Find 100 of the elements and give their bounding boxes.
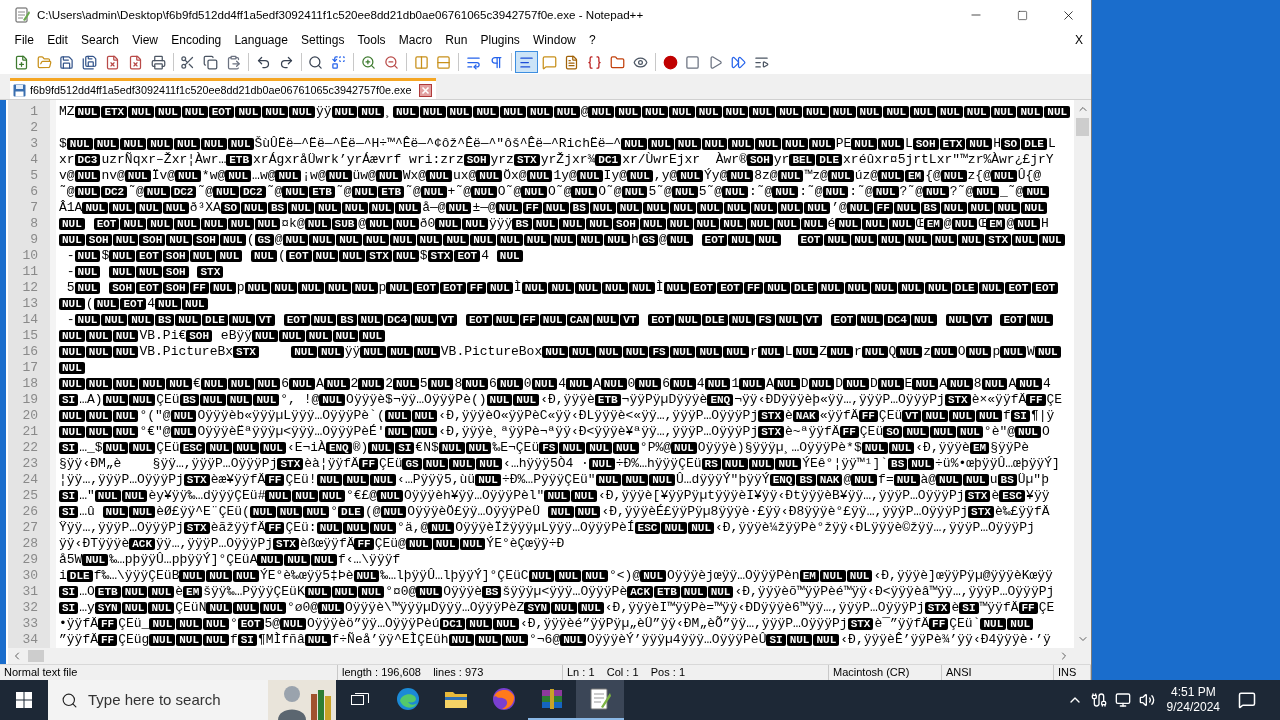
code-line: Â1A NUL NUL NUL NUL ð³XA SO NUL BS NUL NUL NUL NUL NUL å—@ NUL ±—@ NUL FF NUL BS NUL NUL NUL NUL NUL NUL NUL NUL NUL ’@ NUL FF NUL BS NUL NUL NUL NUL — [59, 200, 1048, 216]
code-line: ¦ÿÿ…,ÿÿÿP…OÿÿÿPj STX èæ¥ÿÿfÄ FF ÇEü! NUL NUL NUL ‹…Pÿÿÿ5,ùü NUL ÷Ð%…PÿÿÿÇEü" NUL NUL NUL Û…dÿÿÿÝ"þÿÿÝ ENQ BS NAK @ NUL f= NUL à@ NUL NUL u BS Üµ"þ — [59, 472, 1049, 488]
line-number: 3 — [30, 136, 38, 152]
record-icon — [662, 54, 678, 70]
line-number: 26 — [22, 504, 38, 520]
search-box[interactable]: Type here to search — [48, 680, 336, 720]
code-line: Ÿÿÿ…,ÿÿÿP…OÿÿÿPj STX èãžÿÿfÄ FF ÇEü: NUL NUL NUL °ä,@ NUL OÿÿÿèÏžÿÿÿµLÿÿÿ…OÿÿÿPèÍ ESC NUL NUL ‹Ð,ÿÿÿè¼žÿÿPè°žÿÿ‹ÐLÿÿÿè©žÿÿ…,ÿÿÿP…OÿÿÿPj — [59, 520, 1035, 536]
line-number: 31 — [22, 584, 38, 600]
status-text: length : 196,608 lines : 973 — [342, 665, 484, 680]
menu-item[interactable]: Edit — [40, 30, 75, 50]
search-field[interactable]: Type here to search — [88, 689, 248, 711]
braces-icon — [587, 54, 603, 70]
line-number: 8 — [30, 216, 38, 232]
menu-item[interactable]: Tools — [350, 30, 393, 50]
status-text: Ln : 1 Col : 1 Pos : 1 — [567, 665, 685, 680]
code-line: NUL SOH NUL SOH NUL SOH NUL ( GS @ NUL NUL NUL NUL NUL NUL NUL NUL NUL NUL NUL NUL NUL h GS @ NUL EOT NUL NUL EOT NUL NUL NUL NUL NUL NUL STX NUL NUL — [59, 232, 1066, 248]
task-view-icon — [351, 692, 369, 708]
scroll-thumb[interactable] — [1076, 118, 1089, 136]
rows-icon — [436, 54, 452, 70]
menu-item[interactable]: Search — [74, 30, 126, 50]
code-line: ÿÿ‹ÐTÿÿÿè ACK ÿÿ…,ÿÿÿP…OÿÿÿPj STX èßœÿÿfÄ FF ÇEü@ NUL NUL NUL ÝE°èÇœÿÿ÷Ð — [59, 536, 565, 552]
code-line: 5 NUL SOH EOT SOH FF NUL p NUL NUL NUL NUL NUL p NUL EOT EOT FF NUL Ì NUL NUL NUL NUL NUL Ì NUL EOT EOT FF NUL DLE NUL NUL NUL NUL NUL DLE NUL EOT EOT — [59, 280, 1060, 296]
replace-icon — [331, 54, 347, 70]
code-line: NUL NUL NUL °€"@ NUL OÿÿÿèËªÿÿÿµ<ÿÿÿ…OÿÿÿPèÉ' NUL NUL ‹Ð,ÿÿÿè¸ªÿÿPè¬ªÿÿ‹Ð<ÿÿÿè¥ªÿÿ…,ÿÿÿP…OÿÿÿPj STX è~ªÿÿfÄ FF ÇEü SO NUL NUL NUL °è"@ NUL O — [59, 424, 1050, 440]
menu-item[interactable]: Language — [227, 30, 295, 50]
notepad-app-icon — [14, 7, 30, 23]
code-line: NUL NUL NUL VB.PictureBx STX NUL NUL ÿÿ NUL NUL NUL VB.PictureBox NUL NUL NUL NUL FS NUL NUL NUL r NUL L NUL Z NUL r NUL Q NUL z NUL O NUL p NUL W NUL — [59, 344, 1062, 360]
line-number: 21 — [22, 424, 38, 440]
copy-icon — [203, 54, 219, 70]
line-number: 10 — [22, 248, 38, 264]
code-line: NUL ( NUL EOT 4 NUL NUL — [59, 296, 209, 312]
monitor-icon[interactable] — [1114, 692, 1131, 708]
menu-item[interactable]: Window — [526, 30, 583, 50]
status-text: Normal text file — [4, 665, 78, 680]
save-all-icon — [82, 54, 98, 70]
notification-icon[interactable] — [1238, 691, 1256, 709]
line-number: 18 — [22, 376, 38, 392]
line-number: 4 — [30, 152, 38, 168]
windows-logo-icon — [16, 692, 32, 708]
status-text: INS — [1058, 665, 1077, 680]
menu-item[interactable]: Settings — [294, 30, 351, 50]
code-line: SI …_$ NUL NUL ÇEü ESC NUL NUL NUL ‹E¬iÀ ENQ ®) NUL SI €N$ NUL NUL ‰E¬ÇEü FS NUL NUL NUL °P%@ NUL Oÿÿÿè)§ÿÿÿµ¸…OÿÿÿPè*$ NUL NUL ‹Ð,ÿÿÿè EM §ÿÿPè — [59, 440, 1030, 456]
line-number: 6 — [30, 184, 38, 200]
zoom-out-icon — [383, 54, 399, 70]
menu-item[interactable]: ? — [582, 30, 603, 50]
scroll-thumb[interactable] — [28, 650, 44, 662]
line-number: 1 — [30, 104, 38, 120]
close-tab-icon[interactable] — [419, 83, 433, 97]
fast-forward-icon — [731, 54, 746, 70]
line-number: 19 — [22, 392, 38, 408]
cable-icon[interactable] — [1090, 692, 1107, 708]
globe-swirl-icon — [492, 687, 516, 711]
toolbar-button[interactable] — [514, 51, 538, 73]
menu-item[interactable]: Macro — [392, 30, 439, 50]
menu-item[interactable]: Run — [438, 30, 474, 50]
eye-icon — [632, 54, 648, 70]
taskbar-app-button[interactable] — [576, 680, 624, 720]
zoom-in-icon — [361, 54, 377, 70]
clock-date[interactable]: 9/24/2024 — [1166, 700, 1220, 715]
notepad-icon — [588, 687, 612, 711]
speaker-icon[interactable] — [1138, 692, 1155, 708]
code-line: i DLE f‰…\ÿÿÿÇEüB NUL NUL NUL ÝE°è‰œÿÿ5‡Þè NUL ‰…lþÿÿÛ…lþÿÿÝ]°ÇEüC NUL NUL NUL °<)@ NUL Oÿÿÿèjœÿÿ…OÿÿÿPèn EM NUL NUL ‹Ð,ÿÿÿè]œÿÿPÿµ@ÿÿÿèKœÿÿ — [59, 568, 1053, 584]
clock-time[interactable]: 4:51 PM — [1170, 685, 1216, 700]
line-number: 17 — [22, 360, 38, 376]
vertical-scrollbar[interactable] — [1074, 100, 1091, 648]
code-line: - NUL NUL NUL BS NUL DLE NUL VT EOT NUL BS NUL DC4 NUL VT EOT NUL FF NUL CAN NUL VT EOT NUL DLE NUL FS NUL VT EOT NUL DC4 NUL NUL VT EOT NUL — [59, 312, 1055, 328]
close-file-icon — [105, 54, 121, 70]
text-lines-icon — [518, 54, 534, 70]
document-icon — [564, 54, 580, 70]
play-icon — [708, 54, 724, 70]
menu-item[interactable]: Plugins — [473, 30, 527, 50]
line-number: 34 — [22, 632, 38, 648]
printer-icon — [150, 54, 166, 70]
save-icon — [59, 54, 75, 70]
code-line: SI …A) NUL NUL ÇEü BS NUL NUL NUL °, !@ NUL Oÿÿÿè$¬ÿÿ…OÿÿÿPè() NUL NUL ‹Ð,ÿÿÿè ETB ¬ÿÿPÿµDÿÿÿè ENQ ¬ÿÿ‹ÐDÿÿÿèþ«ÿÿ…,ÿÿÿP…OÿÿÿPj STX è×«ÿÿfÄ FF ÇE — [59, 392, 1063, 408]
window-title: C:\Users\admin\Desktop\f6b9fd512dd4ff1a5edf3092411f1c520ee8dd21db0ae06761065c3942757f0e.exe - Notepad++ — [37, 7, 644, 24]
menu-item[interactable]: Encoding — [164, 30, 228, 50]
code-line: v@ NUL nv@ NUL Ïv@ NUL *w@ NUL …w@ NUL ¡w@ NUL üw@ NUL Wx@ NUL ux@ NUL Öx@ NUL 1y@ NUL Iy@ NUL ,y@ NUL Ýy@ NUL 8z@ NUL ™z@ NUL úz@ NUL EM {@ NUL z{@ NUL Û{@ — [59, 168, 1042, 184]
code-line: NUL NUL NUL VB.Pi€ SOH eBÿÿ NUL NUL NUL NUL NUL — [59, 328, 387, 344]
horizontal-scrollbar[interactable] — [8, 648, 1091, 664]
code-line: NUL EOT NUL NUL NUL NUL NUL NUL ¤k@ NUL SUB @ NUL NUL ð0 NUL NUL ÿÿÿ BS NUL NUL NUL SOH NUL NUL NUL NUL NUL NUL NUL é NUL NUL NUL Œ EM @ NUL Œ EM @ NUL H — [59, 216, 1049, 232]
wrap-text-icon — [466, 54, 482, 70]
columns-icon — [413, 54, 429, 70]
line-number: 2 — [30, 120, 38, 136]
line-number: 27 — [22, 520, 38, 536]
line-number: 7 — [30, 200, 38, 216]
line-number: 22 — [22, 440, 38, 456]
folder-open-icon — [36, 54, 52, 70]
document-tab[interactable]: f6b9fd512dd4ff1a5edf3092411f1c520ee8dd21db0ae06761065c3942757f0e.exe — [10, 78, 437, 99]
close-document-button[interactable]: X — [1073, 30, 1085, 50]
person-with-books-illustration — [268, 680, 336, 720]
menu-item[interactable]: View — [125, 30, 165, 50]
scissors-icon — [180, 54, 196, 70]
code-line: NUL NUL NUL NUL NUL € NUL NUL NUL 6 NUL A NUL 2 NUL 2 NUL 5 NUL 8 NUL 6 NUL 0 NUL 4 NUL A NUL 0 NUL 6 NUL 4 NUL 1 NUL A NUL D NUL D NUL D NUL E NUL A NUL 8 NUL A NUL 4 — [59, 376, 1051, 392]
paste-icon — [226, 54, 242, 70]
code-line: xr DC3 uzrÑqxr–Žxr¦Àwr… ETB xrÁgxråÜwrk’yrÁævrf wri:zrz SOH yrz STX yrŽjxr¾ DC1 xr/ÙwrEjxr Àwr® SOH yr BEL DLE xréûxr¤5jrtLxr"™zr%Àwr¿£jrY — [59, 152, 1054, 168]
menu-item[interactable]: File — [8, 30, 41, 50]
close-all-icon — [127, 54, 143, 70]
speech-bubble-icon — [541, 54, 557, 70]
line-number: 24 — [22, 472, 38, 488]
